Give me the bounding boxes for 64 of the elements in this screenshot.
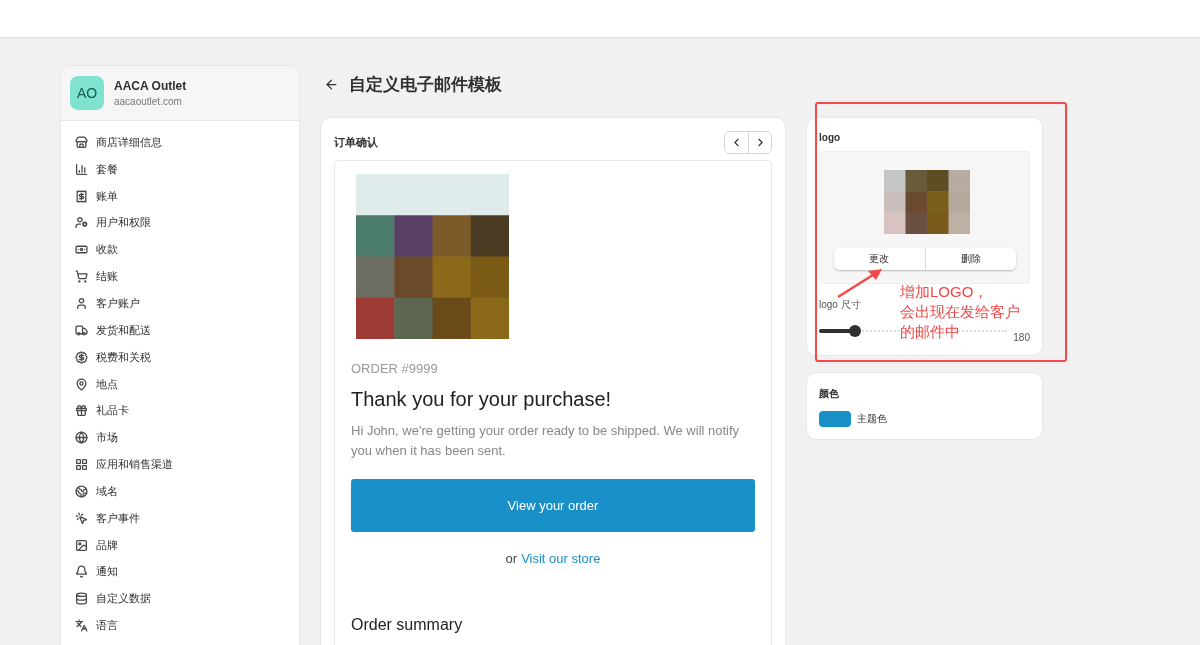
globe-icon	[75, 431, 88, 445]
sidebar-item[interactable]: 市场	[96, 430, 118, 446]
truck-icon	[75, 323, 88, 337]
receipt-icon	[75, 189, 88, 203]
cursor-click-icon	[75, 511, 88, 525]
user-gear-icon	[75, 216, 88, 230]
map-pin-icon	[75, 377, 88, 391]
sidebar-item[interactable]: 地点	[96, 376, 118, 392]
store-domain: aacaoutlet.com	[114, 96, 183, 107]
sidebar-item[interactable]: 结账	[96, 269, 118, 285]
email-message: Hi John, we're getting your order ready to be shipped. We will notify you when it has been sent.	[351, 422, 741, 460]
slider-thumb[interactable]	[848, 324, 861, 337]
template-name: 订单确认	[334, 134, 378, 150]
view-order-button[interactable]: View your order	[351, 479, 755, 532]
sidebar-item[interactable]: 自定义数据	[96, 591, 151, 607]
page-title: 自定义电子邮件模板	[349, 73, 502, 96]
annotation-text: 增加LOGO，	[900, 283, 989, 300]
globe-icon	[75, 484, 88, 498]
card-title: 颜色	[819, 387, 840, 401]
gift-card-icon	[75, 404, 88, 418]
bell-icon	[75, 565, 88, 579]
card-title: logo	[819, 132, 842, 143]
sidebar-item[interactable]: 发货和配送	[96, 322, 151, 338]
summary-heading: Order summary	[351, 616, 464, 634]
sidebar-item[interactable]: 客户账户	[96, 296, 140, 311]
sidebar-item[interactable]: 收款	[96, 242, 118, 258]
slider-label: logo 尺寸	[819, 298, 861, 312]
image-icon	[75, 538, 88, 552]
sidebar-item[interactable]: 品牌	[96, 537, 118, 553]
color-swatch[interactable]	[819, 411, 851, 427]
size-slider[interactable]	[819, 324, 1008, 337]
or-text: or	[505, 551, 518, 566]
store-name: AACA Outlet	[114, 79, 187, 93]
sidebar-item[interactable]: 套餐	[96, 161, 118, 177]
annotation-arrow	[836, 266, 884, 300]
language-icon	[75, 619, 88, 633]
sidebar-item[interactable]: 礼品卡	[96, 403, 129, 419]
email-heading: Thank you for your purchase!	[351, 388, 613, 411]
sidebar-item[interactable]: 客户事件	[96, 510, 140, 526]
back-icon[interactable]	[324, 76, 339, 92]
order-number: ORDER #9999	[351, 361, 439, 376]
sidebar-item[interactable]: 税费和关税	[96, 349, 151, 365]
swatch-label: 主题色	[857, 412, 887, 426]
database-icon	[75, 592, 88, 606]
store-avatar: AO	[70, 76, 104, 110]
bar-chart-icon	[75, 162, 88, 176]
next-button[interactable]	[748, 131, 771, 153]
cart-icon	[75, 270, 88, 284]
store-link[interactable]: Visit our store	[521, 551, 601, 566]
annotation-text: 会出现在发给客户	[900, 303, 1020, 320]
sidebar-item[interactable]: 应用和销售渠道	[96, 457, 173, 473]
sidebar-item[interactable]: 语言	[96, 618, 118, 634]
slider-value: 180	[1013, 332, 1030, 343]
sidebar-item[interactable]: 域名	[96, 483, 118, 499]
delete-button[interactable]: 删除	[924, 248, 1016, 270]
annotation-text: 的邮件中	[900, 323, 960, 340]
sidebar-item[interactable]: 通知	[96, 564, 118, 580]
person-icon	[75, 297, 88, 310]
grid-icon	[75, 458, 88, 472]
change-button[interactable]: 更改	[833, 248, 925, 270]
sidebar-item[interactable]: 用户和权限	[96, 215, 151, 231]
sidebar-item[interactable]: 商店详细信息	[96, 134, 162, 150]
store-icon	[75, 135, 88, 149]
sidebar-item[interactable]: 账单	[96, 188, 118, 204]
